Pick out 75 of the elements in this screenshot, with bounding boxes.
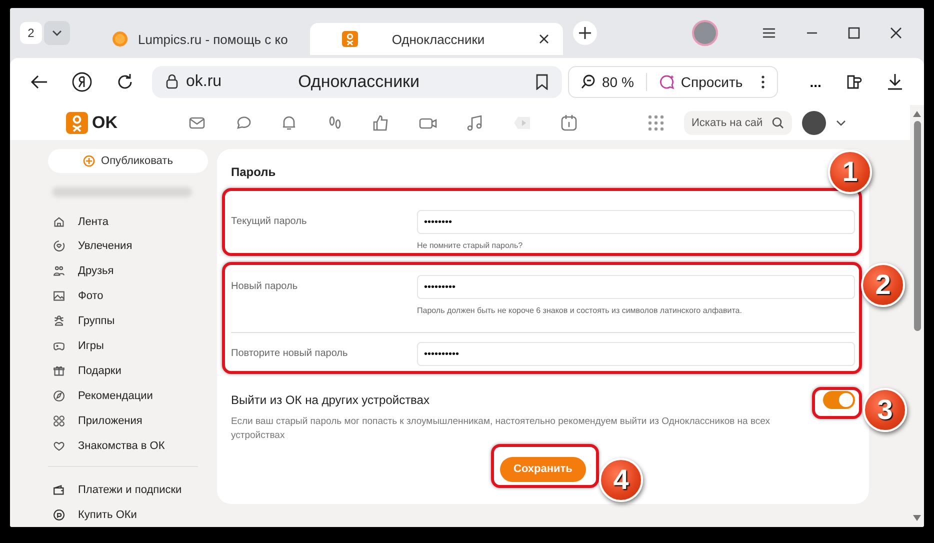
scroll-up-icon[interactable] (913, 111, 921, 117)
ask-button[interactable]: Спросить (680, 74, 743, 90)
user-avatar[interactable] (802, 110, 826, 134)
thumbs-up-icon[interactable] (372, 114, 390, 132)
browser-tab[interactable]: Одноклассники (310, 23, 563, 55)
field-hint: Не помните старый пароль? (417, 241, 524, 250)
scroll-down-icon[interactable] (913, 515, 921, 521)
sidebar-item[interactable]: Приложения (48, 408, 208, 434)
close-icon[interactable] (890, 27, 902, 39)
sidebar-item[interactable]: Лента (48, 209, 208, 234)
tab-count-button[interactable]: 2 (20, 22, 42, 44)
sidebar-item[interactable]: Подарки (48, 358, 208, 384)
zoom-level-button[interactable]: 80 % (602, 74, 634, 90)
kebab-menu-icon[interactable] (760, 74, 765, 88)
url-text: ok.ru (186, 72, 222, 90)
logout-label: Выйти из ОК на других устройствах (231, 393, 430, 407)
back-arrow-icon[interactable] (30, 74, 48, 90)
home-icon (52, 214, 66, 229)
download-icon[interactable] (887, 72, 904, 90)
wallet-icon (52, 482, 66, 497)
compass-icon (52, 388, 66, 403)
image-icon (52, 289, 66, 304)
search-field[interactable]: Искать на сай (684, 110, 792, 134)
page-title: Одноклассники (297, 72, 420, 92)
music-note-icon[interactable] (466, 114, 484, 132)
sidebar-item[interactable]: Игры (48, 334, 208, 359)
fruit-slice-icon (112, 31, 128, 47)
password-field[interactable]: •••••••••• (417, 342, 855, 366)
address-bar[interactable]: ok.ru Одноклассники (152, 66, 562, 98)
ok-logo-icon (66, 112, 88, 134)
apps-grid-icon[interactable] (648, 114, 664, 130)
password-field[interactable]: ••••••••• (417, 275, 855, 299)
people-icon (52, 264, 66, 278)
sparkle-chat-icon (658, 74, 675, 90)
close-icon[interactable] (538, 34, 549, 44)
field-hint: Пароль должен быть не короче 6 знаков и состоять из символов латинского алфавита. (417, 306, 743, 315)
bookmark-icon[interactable] (536, 74, 548, 90)
field-label: Новый пароль (231, 280, 299, 292)
letter-ya-icon[interactable] (72, 72, 92, 92)
coin-icon (52, 508, 66, 522)
sidebar-item[interactable]: Группы (48, 308, 208, 334)
password-field[interactable]: •••••••• (417, 210, 855, 234)
toggle-switch[interactable] (823, 391, 855, 409)
zoom-out-icon (581, 74, 596, 89)
extensions-icon[interactable] (845, 72, 864, 90)
field-label: Повторите новый пароль (231, 347, 349, 359)
lock-icon (166, 74, 178, 89)
apps-icon (52, 414, 66, 428)
ok-logo[interactable]: OK (66, 112, 118, 134)
section-title: Пароль (231, 165, 276, 179)
sidebar-item[interactable]: Платежи и подписки (48, 477, 208, 502)
sidebar-item[interactable]: Рекомендации (48, 383, 208, 408)
new-tab-icon[interactable] (572, 21, 597, 45)
group-icon (52, 314, 66, 328)
maximize-icon[interactable] (848, 27, 860, 39)
plus-circle-icon (83, 155, 96, 168)
gift-icon (52, 364, 66, 378)
logout-description: Если ваш старый пароль мог попасть к злоумышленникам, настоятельно рекомендуем выйти из Одноклассников на всех устройствах (231, 415, 771, 443)
field-label: Текущий пароль (231, 215, 308, 227)
publish-button[interactable]: Опубликовать (48, 149, 208, 174)
sidebar-item[interactable]: Увлечения (48, 234, 208, 259)
sidebar-item[interactable]: Знакомства в ОК (48, 433, 208, 458)
sidebar-item[interactable]: Фото (48, 284, 208, 309)
browser-tab[interactable]: Lumpics.ru - помощь с ко (80, 23, 300, 55)
ok-logo-icon (342, 31, 358, 47)
more-button[interactable]: ... (810, 74, 822, 90)
calendar-icon[interactable] (560, 114, 578, 132)
sidebar-item[interactable]: Купить ОКи (48, 502, 208, 527)
menu-icon[interactable] (762, 27, 776, 39)
highlight-frame (812, 387, 862, 419)
profile-avatar[interactable] (692, 20, 718, 46)
reload-icon[interactable] (116, 72, 134, 90)
chevron-down-icon[interactable] (836, 118, 846, 126)
sidebar-item[interactable]: Друзья (48, 258, 208, 284)
search-icon (772, 116, 784, 128)
